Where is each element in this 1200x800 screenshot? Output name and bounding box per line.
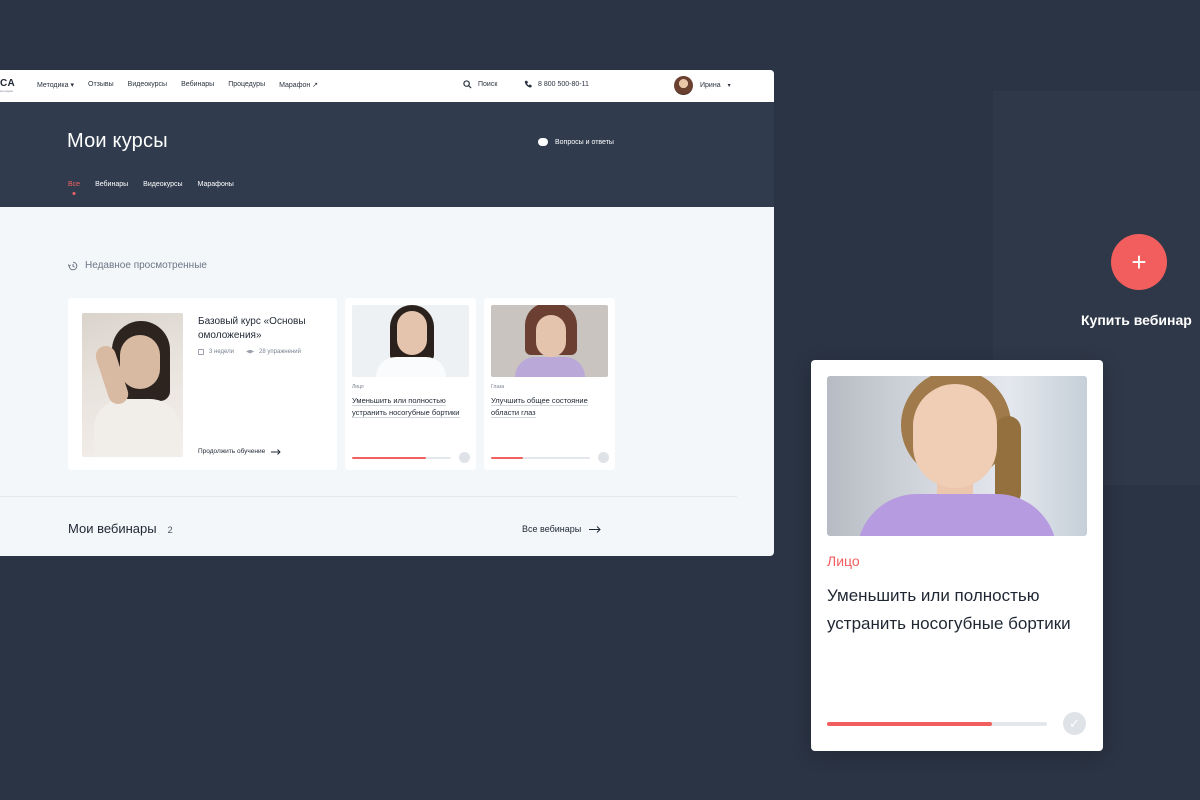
recent-label: Недавное просмотренные: [85, 260, 207, 271]
main-menu: Методика ▾ Отзывы Видеокурсы Вебинары Пр…: [37, 81, 318, 89]
course-duration: 3 недели: [209, 349, 235, 355]
tab-videocourses[interactable]: Видеокурсы: [143, 181, 182, 188]
recent-header: Недавное просмотренные: [68, 260, 207, 271]
all-webinars-link[interactable]: Все вебинары: [522, 524, 601, 534]
check-icon: ✓: [1063, 712, 1086, 735]
course-meta: 3 недели 28 упражнений: [198, 349, 301, 355]
qa-label: Вопросы и ответы: [555, 138, 614, 146]
course-tabs: Все Вебинары Видеокурсы Марафоны: [68, 181, 234, 188]
menu-item-reviews[interactable]: Отзывы: [88, 81, 114, 89]
buy-webinar-label[interactable]: Купить вебинар: [1081, 312, 1192, 328]
tab-all[interactable]: Все: [68, 181, 80, 188]
add-button[interactable]: +: [1111, 234, 1167, 290]
arrow-right-icon: [589, 525, 601, 533]
avatar: [674, 76, 693, 95]
webinar-card[interactable]: Лицо Уменьшить или полностью устранить н…: [345, 298, 476, 470]
my-webinars-header: Мои вебинары 2: [68, 521, 173, 536]
hero-header: Мои курсы Вопросы и ответы Все Вебинары …: [0, 102, 774, 207]
user-menu[interactable]: Ирина ▾: [674, 76, 731, 95]
logo-subtitle: методики: [0, 89, 13, 93]
webinar-card[interactable]: Глаза Улучшить общее состояние области г…: [484, 298, 615, 470]
search-icon: [463, 80, 472, 89]
webinar-title: Улучшить общее состояние области глаз: [491, 396, 588, 418]
phone-icon: [524, 80, 532, 88]
calendar-icon: [198, 349, 204, 355]
logo-text: CA: [0, 78, 16, 89]
history-icon: [68, 261, 78, 270]
webinar-category: Глаза: [491, 384, 505, 390]
logo[interactable]: CA методики: [0, 79, 15, 93]
webinar-category: Лицо: [352, 384, 364, 390]
search-button[interactable]: Поиск: [463, 80, 497, 89]
webinar-title: Уменьшить или полностью устранить носогу…: [827, 586, 1071, 633]
menu-item-webinars[interactable]: Вебинары: [181, 81, 214, 89]
course-exercises: 28 упражнений: [259, 349, 301, 355]
webinar-card-zoomed[interactable]: Лицо Уменьшить или полностью устранить н…: [811, 360, 1103, 751]
section-title: Мои вебинары: [68, 521, 157, 536]
chat-icon: [538, 138, 548, 146]
qa-link[interactable]: Вопросы и ответы: [538, 138, 614, 146]
graduation-cap-icon: [246, 349, 255, 354]
user-name: Ирина: [700, 82, 721, 89]
main-content: Недавное просмотренные Базовый курс «Осн…: [0, 207, 774, 556]
progress-bar: [491, 457, 590, 459]
top-navigation: CA методики Методика ▾ Отзывы Видеокурсы…: [0, 70, 774, 102]
webinar-photo: [827, 376, 1087, 536]
webinar-photo: [352, 305, 469, 377]
webinars-count: 2: [167, 525, 173, 535]
course-photo: [82, 313, 183, 457]
menu-item-marathon[interactable]: Марафон ↗: [279, 81, 318, 89]
arrow-right-icon: [271, 448, 281, 455]
progress-bar: [352, 457, 451, 459]
continue-label: Продолжить обучение: [198, 448, 266, 455]
page-title: Мои курсы: [67, 130, 168, 152]
tab-marathons[interactable]: Марафоны: [198, 181, 234, 188]
chevron-down-icon: ▾: [727, 83, 731, 89]
all-webinars-label: Все вебинары: [522, 524, 582, 534]
app-window: CA методики Методика ▾ Отзывы Видеокурсы…: [0, 70, 774, 556]
course-card-main[interactable]: Базовый курс «Основы омоложения» 3 недел…: [68, 298, 337, 470]
course-title: Базовый курс «Основы омоложения»: [198, 316, 306, 341]
phone-number: 8 800 500-80-11: [538, 80, 589, 88]
divider: [0, 496, 737, 497]
menu-item-videocourses[interactable]: Видеокурсы: [128, 81, 167, 89]
webinar-category: Лицо: [827, 553, 860, 569]
webinar-title: Уменьшить или полностью устранить носогу…: [352, 396, 460, 418]
tab-webinars[interactable]: Вебинары: [95, 181, 128, 188]
check-icon: [459, 452, 470, 463]
phone-link[interactable]: 8 800 500-80-11: [524, 80, 589, 88]
menu-item-method[interactable]: Методика ▾: [37, 81, 74, 89]
progress-bar: [827, 722, 1047, 726]
continue-button[interactable]: Продолжить обучение: [198, 448, 281, 455]
check-icon: [598, 452, 609, 463]
menu-item-procedures[interactable]: Процедуры: [228, 81, 265, 89]
search-label: Поиск: [478, 81, 498, 88]
webinar-photo: [491, 305, 608, 377]
